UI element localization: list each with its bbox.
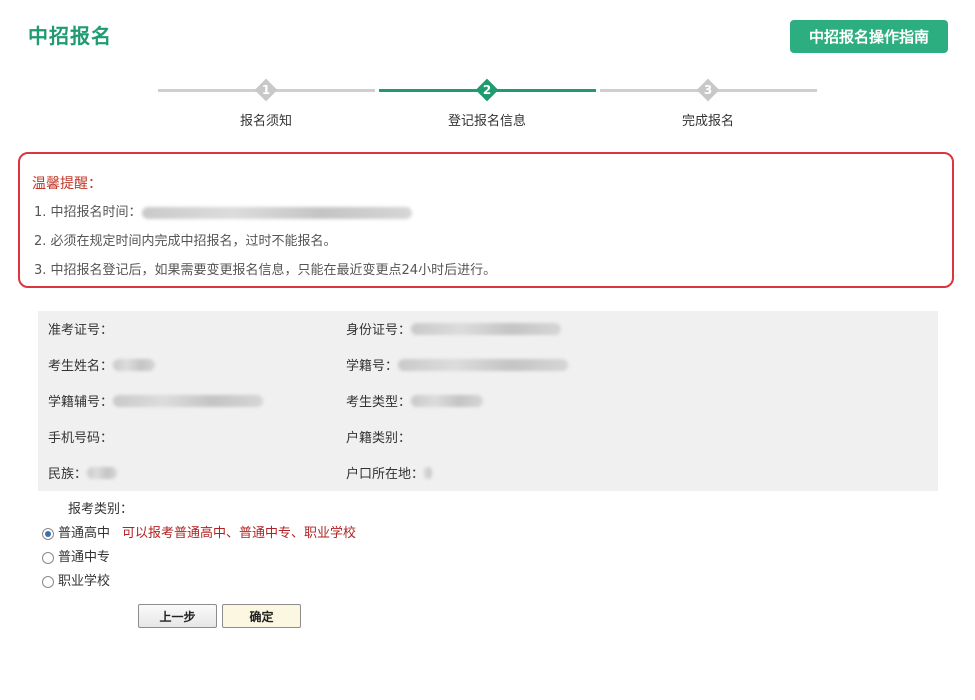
info-household-type: 户籍类别：: [346, 427, 411, 446]
step-number-2: 2: [482, 83, 492, 97]
step-marker-2: 2: [475, 78, 499, 102]
step-number-3: 3: [703, 83, 713, 97]
notice-item-2: 2. 必须在规定时间内完成中招报名，过时不能报名。: [34, 234, 337, 249]
step-label-3: 完成报名: [681, 114, 734, 129]
option-label[interactable]: 普通中专: [58, 550, 110, 565]
info-id-number: 身份证号：: [346, 319, 562, 338]
info-admission-ticket: 准考证号：: [48, 319, 113, 338]
household-type-label: 户籍类别：: [346, 431, 412, 446]
confirm-button[interactable]: 确定: [222, 604, 301, 628]
option-vocational-school[interactable]: 职业学校: [42, 570, 110, 589]
redacted-value: [424, 466, 433, 479]
option-label[interactable]: 职业学校: [58, 574, 110, 589]
apply-category-label: 报考类别：: [68, 502, 134, 517]
option-label[interactable]: 普通高中: [58, 526, 110, 541]
notice-box: 温馨提醒： 1. 中招报名时间： 2. 必须在规定时间内完成中招报名，过时不能报…: [18, 152, 954, 288]
guide-button[interactable]: 中招报名操作指南: [790, 20, 948, 53]
notice-item-text: 1. 中招报名时间：: [34, 205, 142, 220]
info-student-name: 考生姓名：: [48, 355, 156, 374]
student-registry-label: 学籍号：: [346, 359, 399, 374]
step-label-2: 登记报名信息: [447, 114, 526, 129]
redacted-value: [398, 358, 569, 371]
info-student-registry: 学籍号：: [346, 355, 569, 374]
radio-unchecked-icon[interactable]: [42, 551, 54, 564]
student-info-panel: 准考证号： 身份证号： 考生姓名： 学籍号： 学籍辅号： 考生类型： 手机号码：…: [38, 311, 938, 491]
radio-unchecked-icon[interactable]: [42, 575, 54, 588]
student-type-label: 考生类型：: [346, 395, 412, 410]
redacted-value: [113, 358, 156, 371]
info-student-type: 考生类型：: [346, 391, 484, 410]
info-registry-aux: 学籍辅号：: [48, 391, 264, 410]
notice-title: 温馨提醒：: [32, 176, 102, 192]
notice-item-3: 3. 中招报名登记后，如果需要变更报名信息，只能在最近变更点24小时后进行。: [34, 263, 497, 278]
step-marker-1: 1: [254, 78, 278, 102]
admission-ticket-label: 准考证号：: [48, 323, 114, 338]
option-secondary-vocational[interactable]: 普通中专: [42, 546, 110, 565]
info-household-location: 户口所在地：: [346, 463, 433, 482]
step-marker-3: 3: [696, 78, 720, 102]
ethnicity-label: 民族：: [48, 467, 88, 482]
page-title: 中招报名: [28, 24, 112, 48]
phone-label: 手机号码：: [48, 431, 114, 446]
step-number-1: 1: [261, 83, 271, 97]
prev-button[interactable]: 上一步: [138, 604, 217, 628]
info-ethnicity: 民族：: [48, 463, 118, 482]
redacted-value: [411, 322, 562, 335]
radio-checked-icon[interactable]: [42, 527, 54, 540]
redacted-value: [87, 466, 118, 479]
info-phone: 手机号码：: [48, 427, 113, 446]
student-name-label: 考生姓名：: [48, 359, 114, 374]
redacted-value: [113, 394, 264, 407]
id-number-label: 身份证号：: [346, 323, 412, 338]
notice-item-1: 1. 中招报名时间：: [34, 201, 412, 220]
household-location-label: 户口所在地：: [346, 467, 425, 482]
option-general-high-school[interactable]: 普通高中 可以报考普通高中、普通中专、职业学校: [42, 522, 356, 541]
redacted-value: [141, 206, 412, 219]
step-label-1: 报名须知: [239, 114, 292, 129]
redacted-value: [411, 394, 484, 407]
option-hint: 可以报考普通高中、普通中专、职业学校: [122, 526, 357, 541]
registry-aux-label: 学籍辅号：: [48, 395, 114, 410]
